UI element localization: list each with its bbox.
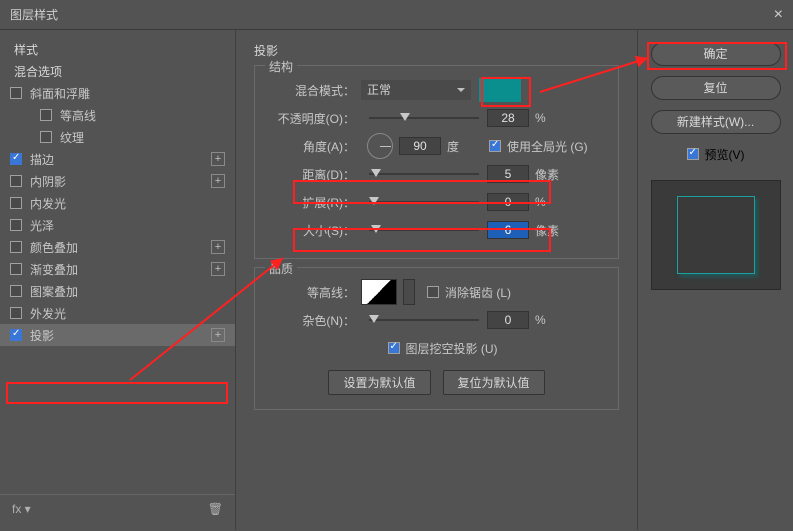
preview-thumbnail [677, 196, 755, 274]
noise-slider[interactable] [369, 313, 479, 327]
style-color-overlay[interactable]: 颜色叠加+ [0, 236, 235, 258]
style-bevel[interactable]: 斜面和浮雕 [0, 82, 235, 104]
use-global-light-label: 使用全局光 (G) [507, 138, 588, 155]
size-slider[interactable] [369, 223, 479, 237]
close-icon[interactable]: × [774, 6, 783, 24]
angle-dial[interactable] [367, 133, 393, 159]
style-list-panel: 样式 混合选项 斜面和浮雕 等高线 纹理 描边+ 内阴影+ 内发光 光泽 颜色叠… [0, 30, 235, 530]
opacity-input[interactable]: 28 [487, 109, 529, 127]
checkbox[interactable] [10, 307, 22, 319]
distance-slider[interactable] [369, 167, 479, 181]
contour-dropdown[interactable] [403, 279, 415, 305]
checkbox[interactable] [10, 153, 22, 165]
style-inner-shadow[interactable]: 内阴影+ [0, 170, 235, 192]
contour-label: 等高线： [267, 284, 361, 301]
style-texture[interactable]: 纹理 [0, 126, 235, 148]
window-title: 图层样式 [10, 6, 58, 23]
distance-input[interactable]: 5 [487, 165, 529, 183]
settings-panel: 投影 结构 混合模式： 正常 不透明度(O)： 28 % 角度(A)： 90 度… [235, 30, 638, 530]
checkbox[interactable] [10, 263, 22, 275]
knockout-label: 图层挖空投影 (U) [406, 340, 498, 357]
plus-icon[interactable]: + [211, 240, 225, 254]
preview-checkbox[interactable] [687, 148, 699, 160]
quality-fieldset: 品质 等高线： 消除锯齿 (L) 杂色(N)： 0 % 图层挖空投影 (U) 设… [254, 267, 619, 410]
checkbox[interactable] [10, 241, 22, 253]
style-pattern-overlay[interactable]: 图案叠加 [0, 280, 235, 302]
blend-mode-select[interactable]: 正常 [361, 80, 471, 100]
noise-input[interactable]: 0 [487, 311, 529, 329]
checkbox[interactable] [10, 197, 22, 209]
contour-picker[interactable] [361, 279, 397, 305]
style-drop-shadow[interactable]: 投影+ [0, 324, 235, 346]
angle-label: 角度(A)： [267, 138, 361, 155]
plus-icon[interactable]: + [211, 152, 225, 166]
style-outer-glow[interactable]: 外发光 [0, 302, 235, 324]
angle-input[interactable]: 90 [399, 137, 441, 155]
ok-button[interactable]: 确定 [651, 42, 781, 66]
checkbox[interactable] [10, 87, 22, 99]
blending-options-header[interactable]: 混合选项 [0, 60, 235, 82]
make-default-button[interactable]: 设置为默认值 [328, 370, 430, 395]
structure-fieldset: 结构 混合模式： 正常 不透明度(O)： 28 % 角度(A)： 90 度 使用… [254, 65, 619, 259]
checkbox[interactable] [10, 329, 22, 341]
style-contour[interactable]: 等高线 [0, 104, 235, 126]
antialias-label: 消除锯齿 (L) [445, 284, 511, 301]
plus-icon[interactable]: + [211, 328, 225, 342]
plus-icon[interactable]: + [211, 262, 225, 276]
checkbox[interactable] [40, 131, 52, 143]
style-satin[interactable]: 光泽 [0, 214, 235, 236]
distance-label: 距离(D)： [267, 166, 361, 183]
trash-icon[interactable]: 🗑 [208, 502, 223, 516]
spread-label: 扩展(R)： [267, 194, 361, 211]
right-panel: 确定 复位 新建样式(W)... 预览(V) [638, 30, 793, 530]
antialias-checkbox[interactable] [427, 286, 439, 298]
spread-input[interactable]: 0 [487, 193, 529, 211]
section-title: 投影 [254, 42, 619, 59]
style-inner-glow[interactable]: 内发光 [0, 192, 235, 214]
size-label: 大小(S)： [267, 222, 361, 239]
styles-header[interactable]: 样式 [0, 38, 235, 60]
preview-label: 预览(V) [705, 146, 745, 163]
checkbox[interactable] [10, 175, 22, 187]
reset-button[interactable]: 复位 [651, 76, 781, 100]
quality-legend: 品质 [265, 260, 297, 277]
style-gradient-overlay[interactable]: 渐变叠加+ [0, 258, 235, 280]
fx-menu[interactable]: fx ▾ [12, 502, 31, 516]
checkbox[interactable] [10, 219, 22, 231]
use-global-light-checkbox[interactable] [489, 140, 501, 152]
checkbox[interactable] [40, 109, 52, 121]
opacity-slider[interactable] [369, 111, 479, 125]
style-stroke[interactable]: 描边+ [0, 148, 235, 170]
plus-icon[interactable]: + [211, 174, 225, 188]
new-style-button[interactable]: 新建样式(W)... [651, 110, 781, 134]
knockout-checkbox[interactable] [388, 342, 400, 354]
preview-box [651, 180, 781, 290]
noise-label: 杂色(N)： [267, 312, 361, 329]
spread-slider[interactable] [369, 195, 479, 209]
reset-default-button[interactable]: 复位为默认值 [443, 370, 545, 395]
structure-legend: 结构 [265, 58, 297, 75]
size-input[interactable]: 6 [487, 221, 529, 239]
opacity-label: 不透明度(O)： [267, 110, 361, 127]
shadow-color-swatch[interactable] [479, 78, 521, 102]
checkbox[interactable] [10, 285, 22, 297]
blend-mode-label: 混合模式： [267, 82, 361, 99]
